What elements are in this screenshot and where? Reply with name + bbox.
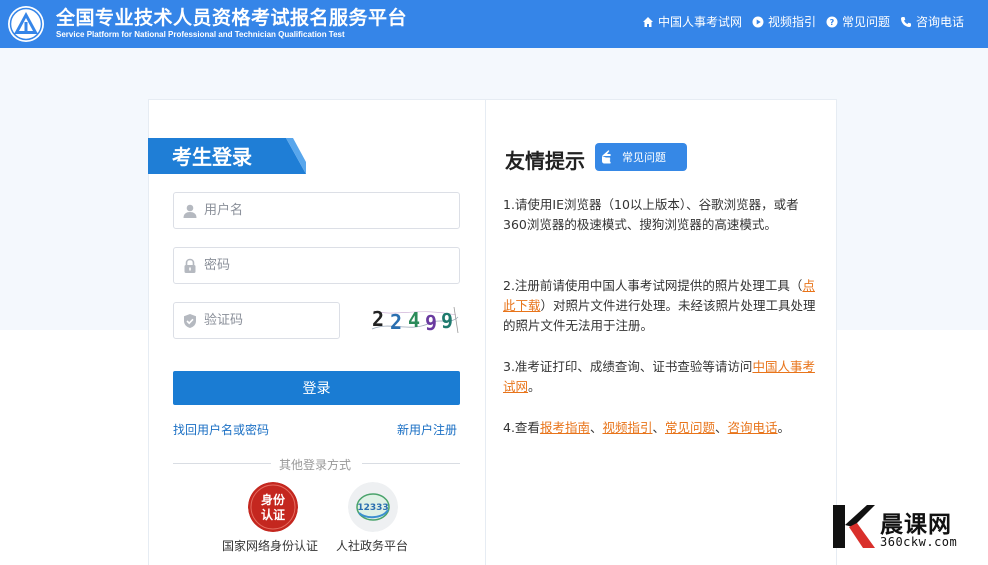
site-title: 全国专业技术人员资格考试报名服务平台 — [56, 7, 408, 29]
lock-icon — [184, 258, 196, 273]
watermark-url: 360ckw.com — [880, 535, 958, 549]
nav-label: 咨询电话 — [915, 15, 964, 29]
hrss-platform-icon[interactable]: 12333 — [348, 482, 398, 532]
nav-label: 中国人事考试网 — [657, 15, 742, 29]
svg-text:2: 2 — [372, 307, 384, 331]
login-button[interactable]: 登录 — [173, 371, 460, 405]
faq-badge-label: 常见问题 — [622, 151, 666, 164]
play-icon — [752, 16, 764, 27]
top-nav: 中国人事考试网 视频指引 ? 常见问题 咨询电话 — [642, 13, 964, 30]
tip-separator: 、 — [652, 420, 665, 435]
captcha-field — [173, 302, 340, 339]
badge-line-1: 身份 — [261, 492, 286, 507]
svg-text:4: 4 — [408, 308, 420, 332]
tip-item-2: 2.注册前请使用中国人事考试网提供的照片处理工具（点此下载）对照片文件进行处理。… — [503, 276, 821, 336]
username-input[interactable] — [204, 193, 459, 228]
video-guide-link[interactable]: 视频指引 — [602, 420, 652, 435]
nav-item-phone[interactable]: 咨询电话 — [900, 13, 964, 30]
badge-line-2: 认证 — [261, 507, 285, 522]
nav-item-faq[interactable]: ? 常见问题 — [826, 13, 890, 30]
svg-text:2: 2 — [390, 310, 402, 334]
login-title: 考生登录 — [172, 145, 252, 169]
tip-text: 2.注册前请使用中国人事考试网提供的照片处理工具（ — [503, 278, 803, 293]
exam-guide-link[interactable]: 报考指南 — [540, 420, 590, 435]
svg-text:9: 9 — [441, 309, 453, 333]
faq-link[interactable]: 常见问题 — [665, 420, 715, 435]
panel-divider — [485, 99, 486, 565]
other-methods-title: 其他登录方式 — [279, 458, 352, 472]
home-icon — [642, 16, 653, 27]
username-field — [173, 192, 460, 229]
password-field — [173, 247, 460, 284]
national-id-auth-label[interactable]: 国家网络身份认证 — [222, 537, 318, 554]
national-id-auth-icon[interactable]: 身份 认证 — [248, 482, 298, 532]
site-subtitle: Service Platform for National Profession… — [56, 30, 345, 39]
logo-icon — [8, 6, 44, 42]
tip-separator: 、 — [715, 420, 728, 435]
tip-text: 3.准考证打印、成绩查询、证书查验等请访问 — [503, 359, 753, 374]
watermark-name: 晨课网 — [880, 512, 952, 538]
question-icon: ? — [826, 16, 838, 27]
faq-badge-button[interactable]: 常见问题 — [595, 143, 687, 171]
tip-text: ）对照片文件进行处理。未经该照片处理工具处理的照片文件无法用于注册。 — [503, 298, 816, 333]
tips-title: 友情提示 — [505, 149, 585, 173]
other-methods-line-right — [362, 463, 460, 464]
captcha-image[interactable]: 2 2 4 9 9 — [370, 303, 460, 337]
tip-text: 。 — [528, 379, 541, 394]
register-link[interactable]: 新用户注册 — [397, 421, 457, 438]
phone-icon — [900, 16, 911, 27]
watermark-logo-icon — [833, 505, 875, 548]
svg-text:9: 9 — [425, 311, 437, 335]
nav-item-cpta[interactable]: 中国人事考试网 — [642, 13, 742, 30]
hrss-badge-number: 12333 — [357, 503, 388, 513]
captcha-input[interactable] — [204, 303, 339, 338]
nav-item-video[interactable]: 视频指引 — [752, 13, 816, 30]
nav-label: 常见问题 — [841, 15, 890, 29]
forgot-credentials-link[interactable]: 找回用户名或密码 — [173, 421, 269, 438]
svg-text:?: ? — [830, 18, 835, 27]
nav-label: 视频指引 — [767, 15, 816, 29]
tip-item-4: 4.查看报考指南、视频指引、常见问题、咨询电话。 — [503, 418, 821, 438]
password-input[interactable] — [204, 248, 459, 283]
other-methods-line-left — [173, 463, 271, 464]
hrss-platform-label[interactable]: 人社政务平台 — [336, 537, 408, 554]
shield-icon — [184, 313, 196, 328]
tip-text: 4.查看 — [503, 420, 540, 435]
tip-separator: 、 — [589, 420, 603, 435]
tip-text: 。 — [777, 420, 791, 435]
top-header: 全国专业技术人员资格考试报名服务平台 Service Platform for … — [0, 0, 988, 48]
tip-item-3: 3.准考证打印、成绩查询、证书查验等请访问中国人事考试网。 — [503, 357, 821, 397]
user-icon — [183, 204, 197, 218]
tip-item-1: 1.请使用IE浏览器（10以上版本）、谷歌浏览器，或者360浏览器的极速模式、搜… — [503, 197, 799, 232]
pointing-hand-icon — [602, 150, 611, 164]
consult-phone-link[interactable]: 咨询电话 — [728, 420, 778, 435]
